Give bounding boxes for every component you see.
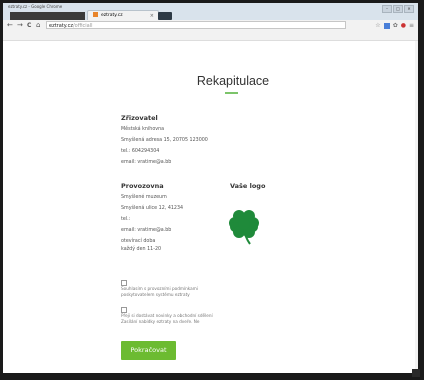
close-window-button[interactable]: ✕ <box>404 5 414 13</box>
provozovna-address: Smyšlená ulice 12, 41234 <box>121 206 184 211</box>
menu-icon[interactable]: ≡ <box>409 21 414 30</box>
star-icon[interactable]: ☆ <box>375 21 380 30</box>
window-title: eztraty.cz - Google Chrome <box>8 4 63 9</box>
back-icon[interactable]: ← <box>7 21 13 30</box>
maximize-button[interactable]: □ <box>393 5 403 13</box>
page-title: Rekapitulace <box>196 74 270 88</box>
opera-icon[interactable]: ● <box>401 21 406 30</box>
terms-checkbox[interactable] <box>121 280 127 286</box>
new-tab-button[interactable] <box>158 12 172 20</box>
reload-icon[interactable]: C <box>27 21 31 30</box>
terms-label-line2: poskytovatelem systému eztraty <box>121 292 190 297</box>
window-controls: – □ ✕ <box>382 5 414 13</box>
url-path: /officiall <box>72 23 93 29</box>
opening-hours-value: každý den 11-20 <box>121 247 162 252</box>
home-icon[interactable]: ⌂ <box>36 21 40 30</box>
url-host: eztraty.cz <box>49 23 73 29</box>
extension-icon[interactable] <box>383 22 390 29</box>
four-leaf-clover-icon <box>229 210 259 245</box>
page-content: Rekapitulace Zřizovatel Městská knihovna… <box>3 41 418 373</box>
logo-title: Vaše logo <box>230 182 266 190</box>
title-bar: eztraty.cz - Google Chrome eztraty.cz × … <box>3 3 418 21</box>
favicon-icon <box>93 12 98 17</box>
continue-button[interactable]: Pokračovat <box>121 341 176 360</box>
provozovna-name: Smyšlené muzeum <box>121 195 167 200</box>
bookmarks-bar: AplikaceGmailCalKeepDriveUKOLYEkopanoram… <box>3 31 418 41</box>
tab-label: eztraty.cz <box>101 13 123 18</box>
browser-window: eztraty.cz - Google Chrome eztraty.cz × … <box>3 3 418 373</box>
zrizovatel-address: Smyšlená adresa 15, 20705 123000 <box>121 138 208 143</box>
newsletter-checkbox[interactable] <box>121 307 127 313</box>
zrizovatel-phone: tel.: 604294304 <box>121 149 160 154</box>
forward-icon[interactable]: → <box>17 21 23 30</box>
address-bar[interactable]: eztraty.cz/officiall <box>46 21 346 29</box>
title-underline <box>225 92 238 94</box>
provozovna-phone: tel.: <box>121 217 131 222</box>
opening-hours-label: otevírací doba <box>121 239 156 244</box>
zrizovatel-name: Městská knihovna <box>121 127 165 132</box>
provozovna-email: email: vratime@a.bb <box>121 228 172 233</box>
tab-strip-dark <box>10 12 85 20</box>
minimize-button[interactable]: – <box>382 5 392 13</box>
scrollbar[interactable] <box>415 41 418 373</box>
gear-icon[interactable]: ✿ <box>393 21 398 30</box>
zrizovatel-email: email: vratime@a.bb <box>121 160 172 165</box>
provozovna-title: Provozovna <box>121 182 164 190</box>
newsletter-label-line2: Zasílání nabídky eztraty na dveře. Ne <box>121 319 200 324</box>
zrizovatel-title: Zřizovatel <box>121 114 158 122</box>
toolbar: ← → C ⌂ eztraty.cz/officiall ☆ ✿ ● ≡ <box>3 20 418 31</box>
corner-square <box>412 369 420 377</box>
toolbar-icons: ☆ ✿ ● ≡ <box>375 21 414 30</box>
